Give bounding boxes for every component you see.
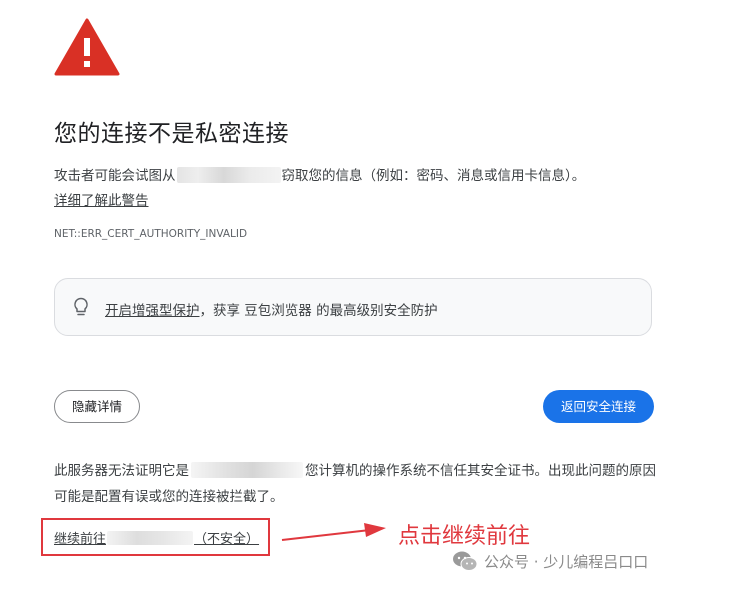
redacted-domain-2 [191, 462, 303, 478]
enhanced-protection-rest: ，获享 豆包浏览器 的最高级别安全防护 [199, 303, 438, 319]
page-title: 您的连接不是私密连接 [54, 121, 289, 147]
redacted-domain-3 [107, 531, 194, 545]
description-suffix: 窃取您的信息（例如：密码、消息或信用卡信息）。 [281, 168, 586, 184]
back-to-safety-button[interactable]: 返回安全连接 [543, 390, 654, 423]
warning-triangle-icon [54, 18, 120, 76]
enhanced-protection-box: 开启增强型保护，获享 豆包浏览器 的最高级别安全防护 [54, 278, 652, 336]
annotation-arrow-icon [281, 523, 386, 541]
watermark: 公众号 · 少儿编程吕口口 [452, 550, 648, 574]
redacted-domain [176, 167, 281, 183]
proceed-unsafe-link[interactable]: 继续前往 （不安全） [54, 528, 259, 547]
description-prefix: 攻击者可能会试图从 [54, 168, 176, 184]
watermark-text: 公众号 · 少儿编程吕口口 [484, 553, 649, 571]
details-prefix: 此服务器无法证明它是 [54, 463, 189, 479]
proceed-suffix: （不安全） [194, 532, 260, 547]
learn-more-link[interactable]: 详细了解此警告 [54, 189, 149, 209]
wechat-icon [453, 551, 478, 571]
details-explanation: 此服务器无法证明它是 您计算机的操作系统不信任其安全证书。出现此问题的原因可能是配… [54, 458, 664, 510]
warning-description: 攻击者可能会试图从 窃取您的信息（例如：密码、消息或信用卡信息）。 [54, 164, 585, 184]
interstitial-page: 您的连接不是私密连接 攻击者可能会试图从 窃取您的信息（例如：密码、消息或信用卡信… [0, 0, 736, 590]
enhanced-protection-text: 开启增强型保护，获享 豆包浏览器 的最高级别安全防护 [105, 299, 438, 319]
lightbulb-icon [74, 297, 88, 316]
enable-enhanced-protection-link[interactable]: 开启增强型保护 [105, 303, 200, 319]
annotation-label: 点击继续前往 [398, 524, 531, 549]
hide-details-button[interactable]: 隐藏详情 [54, 390, 140, 423]
error-code: NET::ERR_CERT_AUTHORITY_INVALID [54, 228, 248, 240]
proceed-prefix: 继续前往 [54, 532, 107, 547]
